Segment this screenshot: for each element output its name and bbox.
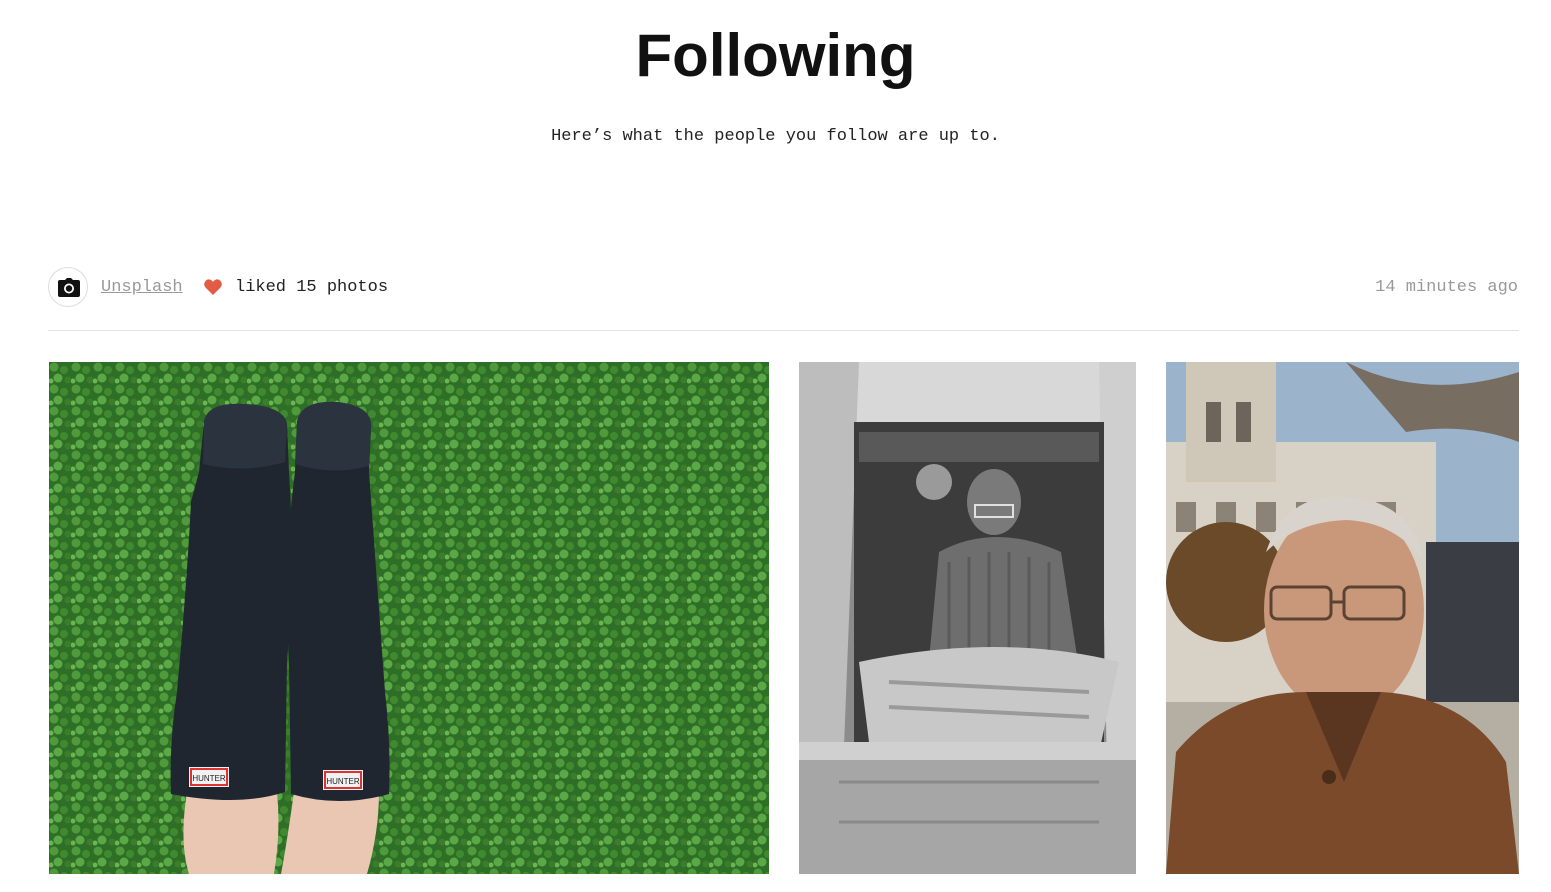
- user-link[interactable]: Unsplash: [101, 277, 183, 299]
- divider: [48, 330, 1519, 331]
- avatar[interactable]: [48, 267, 88, 307]
- boot-label: HUNTER: [326, 777, 360, 786]
- camera-icon: [58, 278, 80, 297]
- page-title: Following: [635, 22, 916, 89]
- photo-man-sewing[interactable]: [799, 362, 1136, 874]
- boot-label: HUNTER: [192, 774, 226, 783]
- activity-row: Unsplash liked 15 photos 14 minutes ago: [48, 267, 1519, 311]
- timestamp: 14 minutes ago: [1375, 278, 1518, 297]
- action-text: liked 15 photos: [235, 278, 389, 297]
- photo-elderly-man[interactable]: [1166, 362, 1519, 874]
- page-subtitle: Here’s what the people you follow are up…: [551, 127, 1000, 146]
- photo-boots-on-clover[interactable]: HUNTER HUNTER: [49, 362, 769, 874]
- heart-icon: [204, 279, 222, 295]
